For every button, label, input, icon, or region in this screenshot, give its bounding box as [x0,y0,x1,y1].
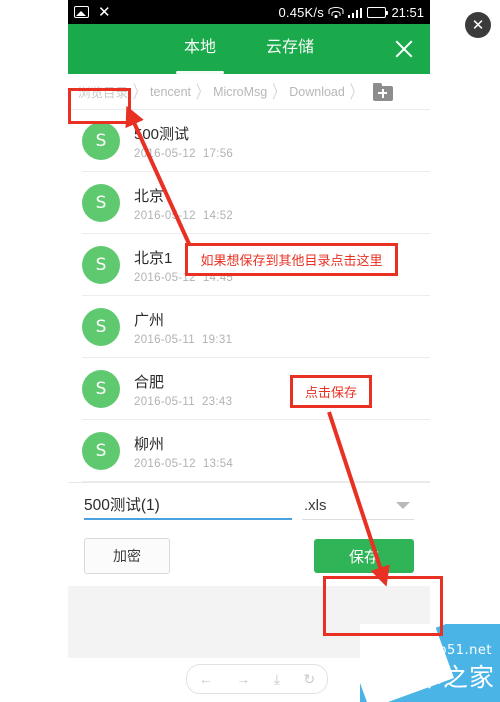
app-bar: 本地 云存储 [68,24,430,74]
save-panel: .xls 加密 保存 [68,482,430,586]
status-bar: ✕ 0.45K/s 21:51 [68,0,430,24]
filename-input[interactable] [84,493,292,520]
annotation-note-directory: 如果想保存到其他目录点击这里 [185,243,398,276]
signal-icon [347,7,363,18]
encrypt-button[interactable]: 加密 [84,538,170,574]
forward-icon[interactable]: → [236,672,250,686]
breadcrumb-item-micromsg[interactable]: MicroMsg [213,85,267,99]
save-button[interactable]: 保存 [314,539,414,573]
file-name: 北京 [134,187,165,205]
chevron-right-icon: 〉 [133,82,146,103]
close-icon[interactable]: ✕ [465,12,491,38]
tab-bar: 本地 云存储 [175,24,322,74]
tab-local[interactable]: 本地 [175,24,225,74]
file-date-value: 2016-05-12 [134,209,196,222]
browser-nav-bar: ← → ⤓ ↻ [186,664,328,694]
avatar: S [82,184,120,222]
list-item[interactable]: S 合肥 2016-05-11 23:43 [68,358,430,420]
file-info: 合肥 2016-05-11 23:43 [134,371,232,408]
extension-label: .xls [304,497,327,514]
chevron-right-icon: 〉 [196,82,209,103]
annotation-note-save: 点击保存 [290,375,372,408]
breadcrumb-item-tencent[interactable]: tencent [150,85,191,99]
close-icon[interactable] [392,37,416,61]
new-folder-icon[interactable] [372,82,395,101]
avatar: S [82,432,120,470]
file-info: 柳州 2016-05-12 13:54 [134,433,233,470]
avatar: S [82,122,120,160]
list-item[interactable]: S 柳州 2016-05-12 13:54 [68,420,430,482]
file-date: 2016-05-11 19:31 [134,334,232,346]
annotation-highlight-breadcrumb [68,88,131,124]
photo-icon [74,6,89,18]
download-icon[interactable]: ⤓ [274,672,280,686]
file-time-value: 14:52 [202,209,234,222]
wifi-icon [328,6,344,18]
file-date: 2016-05-12 14:52 [134,210,233,222]
network-speed-label: 0.45K/s [278,4,324,20]
clock-label: 21:51 [391,4,424,20]
file-date: 2016-05-11 23:43 [134,396,232,408]
file-date: 2016-05-12 17:56 [134,148,233,160]
avatar: S [82,246,120,284]
file-date: 2016-05-12 13:54 [134,458,233,470]
chevron-right-icon: 〉 [349,82,362,103]
file-info: 北京 2016-05-12 14:52 [134,185,233,222]
refresh-icon[interactable]: ↻ [304,672,316,686]
file-name: 广州 [134,311,165,329]
file-date-value: 2016-05-12 [134,147,196,160]
list-item[interactable]: S 北京 2016-05-12 14:52 [68,172,430,234]
file-info: 500测试 2016-05-12 17:56 [134,123,233,160]
chevron-down-icon [396,502,410,509]
status-bar-left: ✕ [74,5,111,20]
page-root: ✕ 0.45K/s 21:51 本地 云存储 浏览目录 〉 tencent 〉 [0,0,500,702]
filename-row: .xls [84,493,414,520]
file-name: 合肥 [134,373,165,391]
watermark-site: jb51.net [434,643,492,658]
file-time-value: 17:56 [202,147,234,160]
annotation-highlight-save-button [323,576,443,636]
battery-icon [367,6,389,18]
chevron-right-icon: 〉 [272,82,285,103]
avatar: S [82,308,120,346]
file-date-value: 2016-05-11 [134,395,195,408]
file-name: 500测试 [134,125,190,143]
breadcrumb-item-download[interactable]: Download [289,85,345,99]
avatar: S [82,370,120,408]
extension-select[interactable]: .xls [302,495,414,520]
file-time-value: 13:54 [202,457,234,470]
watermark-name: 脚本之家 [390,664,495,692]
file-time-value: 23:43 [201,395,233,408]
file-info: 广州 2016-05-11 19:31 [134,309,232,346]
file-name: 柳州 [134,435,165,453]
back-icon[interactable]: ← [199,672,213,686]
button-row: 加密 保存 [84,538,414,574]
file-date-value: 2016-05-12 [134,457,196,470]
list-item[interactable]: S 广州 2016-05-11 19:31 [68,296,430,358]
status-bar-right: 0.45K/s 21:51 [278,5,424,20]
close-icon: ✕ [98,3,111,21]
file-list: S 500测试 2016-05-12 17:56 S 北京 2016-05-12… [68,110,430,482]
file-time-value: 19:31 [201,333,233,346]
tab-cloud-storage[interactable]: 云存储 [258,24,322,74]
file-date-value: 2016-05-11 [134,333,195,346]
